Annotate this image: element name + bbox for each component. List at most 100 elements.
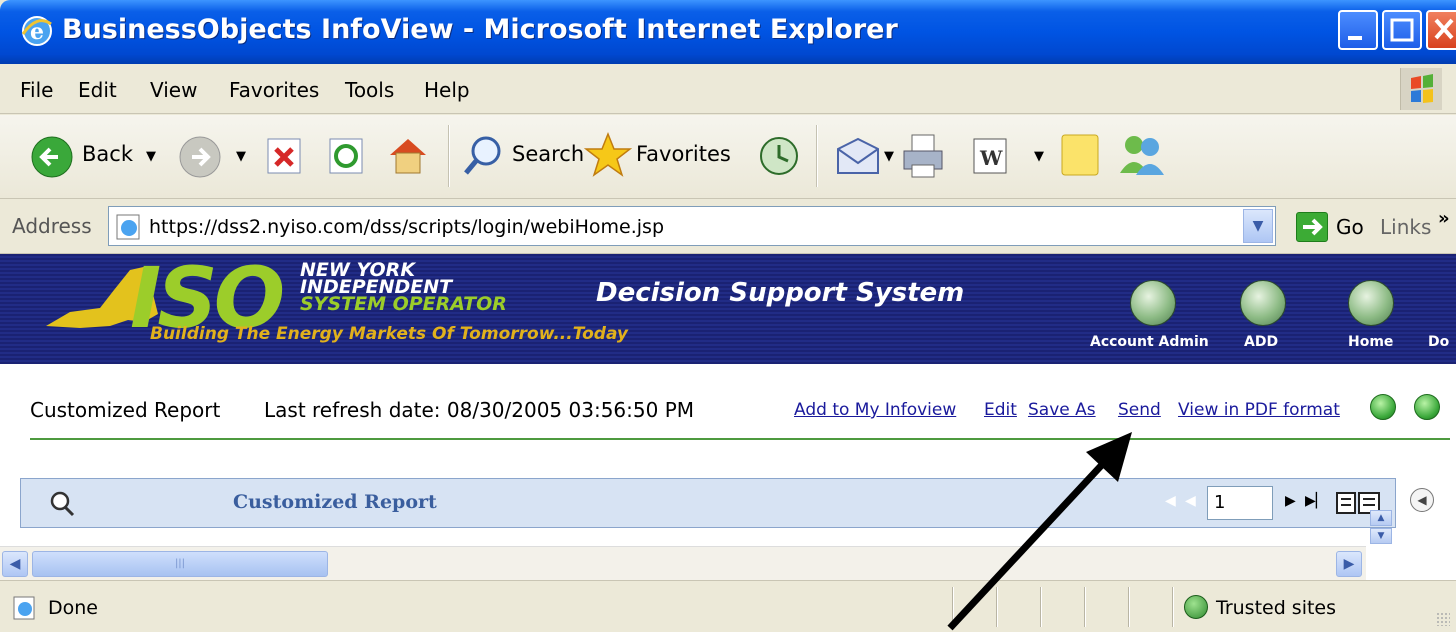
app-title: Decision Support System bbox=[596, 278, 965, 308]
status-divider bbox=[1172, 587, 1174, 627]
back-dropdown-icon[interactable]: ▼ bbox=[146, 149, 156, 164]
note-icon[interactable] bbox=[1060, 133, 1100, 177]
report-header: Customized Report Last refresh date: 08/… bbox=[0, 364, 1456, 444]
address-dropdown-icon[interactable]: ▼ bbox=[1243, 209, 1273, 243]
report-name: Customized Report bbox=[30, 398, 221, 422]
horizontal-scrollbar[interactable]: ◀ ||| ▶ bbox=[0, 546, 1366, 580]
first-page-icon[interactable]: ◀ bbox=[1165, 493, 1176, 509]
menu-help[interactable]: Help bbox=[424, 78, 470, 102]
page-number-input[interactable]: 1 bbox=[1207, 486, 1273, 520]
nyiso-banner: ISO NEW YORK INDEPENDENT SYSTEM OPERATOR… bbox=[0, 254, 1456, 364]
search-icon[interactable] bbox=[462, 133, 504, 177]
nav-account-admin[interactable]: Account Admin bbox=[1090, 334, 1209, 350]
scroll-down-icon[interactable]: ▼ bbox=[1370, 528, 1392, 544]
refresh-date: Last refresh date: 08/30/2005 03:56:50 P… bbox=[264, 398, 695, 422]
address-label: Address bbox=[12, 214, 92, 238]
scroll-thumb[interactable]: ||| bbox=[32, 551, 328, 577]
menu-edit[interactable]: Edit bbox=[78, 78, 117, 102]
minimize-icon bbox=[1348, 36, 1362, 40]
report-toolbar: Customized Report ◀ ◀ 1 ▶ ▶▏ bbox=[20, 478, 1396, 528]
scroll-right-icon[interactable]: ▶ bbox=[1336, 551, 1362, 577]
close-report-icon[interactable] bbox=[1414, 394, 1440, 420]
menu-file[interactable]: File bbox=[20, 78, 53, 102]
menu-bar: File Edit View Favorites Tools Help bbox=[0, 64, 1456, 114]
maximize-icon bbox=[1390, 18, 1414, 42]
edit-link[interactable]: Edit bbox=[984, 400, 1017, 420]
address-bar: Address https://dss2.nyiso.com/dss/scrip… bbox=[0, 200, 1456, 254]
scroll-up-icon[interactable]: ▲ bbox=[1370, 510, 1392, 526]
menu-favorites[interactable]: Favorites bbox=[229, 78, 319, 102]
add-to-infoview-link[interactable]: Add to My Infoview bbox=[794, 400, 956, 420]
refresh-icon[interactable] bbox=[328, 137, 366, 175]
collapse-panel-icon[interactable]: ◀ bbox=[1410, 488, 1434, 512]
send-link[interactable]: Send bbox=[1118, 400, 1161, 420]
scroll-left-icon[interactable]: ◀ bbox=[2, 551, 28, 577]
address-input[interactable]: https://dss2.nyiso.com/dss/scripts/login… bbox=[108, 206, 1276, 246]
standard-toolbar: Back ▼ ▼ Search Favorites ▼ W ▼ bbox=[0, 115, 1456, 199]
resize-grip[interactable] bbox=[1436, 612, 1450, 626]
report-bar-title: Customized Report bbox=[233, 491, 437, 513]
go-arrow-icon[interactable] bbox=[1296, 212, 1328, 242]
close-button[interactable] bbox=[1426, 10, 1456, 50]
nav-add[interactable]: ADD bbox=[1244, 334, 1278, 350]
page-icon bbox=[116, 214, 140, 240]
forward-dropdown-icon[interactable]: ▼ bbox=[236, 149, 246, 164]
mail-icon[interactable] bbox=[834, 137, 880, 177]
maximize-button[interactable] bbox=[1382, 10, 1422, 50]
add-icon[interactable] bbox=[1240, 280, 1286, 326]
save-as-link[interactable]: Save As bbox=[1028, 400, 1096, 420]
stop-icon[interactable] bbox=[266, 137, 304, 175]
close-icon bbox=[1434, 18, 1454, 40]
trusted-sites-icon bbox=[1184, 595, 1208, 619]
home-nav-icon[interactable] bbox=[1348, 280, 1394, 326]
word-edit-icon[interactable]: W bbox=[972, 137, 1008, 175]
status-divider bbox=[996, 587, 998, 627]
menu-tools[interactable]: Tools bbox=[345, 78, 394, 102]
links-button[interactable]: Links bbox=[1380, 215, 1431, 239]
home-icon[interactable] bbox=[386, 133, 430, 177]
history-icon[interactable] bbox=[758, 135, 800, 177]
ie-logo-icon: e bbox=[21, 16, 52, 46]
chevron-right-icon[interactable]: » bbox=[1438, 208, 1450, 229]
back-arrow-icon[interactable] bbox=[30, 135, 74, 179]
forward-arrow-icon[interactable] bbox=[178, 135, 222, 179]
messenger-icon[interactable] bbox=[1116, 133, 1166, 177]
status-divider bbox=[1128, 587, 1130, 627]
address-url[interactable]: https://dss2.nyiso.com/dss/scripts/login… bbox=[149, 216, 664, 238]
favorites-button[interactable]: Favorites bbox=[636, 142, 731, 166]
account-admin-icon[interactable] bbox=[1130, 280, 1176, 326]
search-button[interactable]: Search bbox=[512, 142, 584, 166]
page-done-icon bbox=[13, 596, 35, 620]
status-text: Done bbox=[48, 597, 98, 619]
next-page-icon[interactable]: ▶ bbox=[1285, 493, 1296, 509]
security-zone: Trusted sites bbox=[1216, 597, 1337, 619]
organization-name: NEW YORK INDEPENDENT SYSTEM OPERATOR bbox=[300, 261, 507, 315]
org-line: SYSTEM OPERATOR bbox=[300, 293, 507, 315]
toolbar-separator bbox=[816, 125, 818, 187]
windows-logo-icon bbox=[1400, 68, 1442, 110]
status-divider bbox=[952, 587, 954, 627]
status-divider bbox=[1084, 587, 1086, 627]
previous-page-icon[interactable]: ◀ bbox=[1185, 493, 1196, 509]
minimize-button[interactable] bbox=[1338, 10, 1378, 50]
favorites-star-icon[interactable] bbox=[584, 131, 632, 179]
view-pdf-link[interactable]: View in PDF format bbox=[1178, 400, 1340, 420]
svg-text:W: W bbox=[979, 146, 1003, 170]
tagline: Building The Energy Markets Of Tomorrow.… bbox=[150, 324, 628, 344]
vertical-scrollbar[interactable]: ▲ ▼ bbox=[1370, 510, 1396, 548]
nav-do[interactable]: Do bbox=[1428, 334, 1449, 350]
print-icon[interactable] bbox=[900, 133, 946, 179]
last-page-icon[interactable]: ▶▏ bbox=[1305, 493, 1327, 509]
go-button[interactable]: Go bbox=[1336, 215, 1364, 239]
menu-view[interactable]: View bbox=[150, 78, 197, 102]
page-content: ISO NEW YORK INDEPENDENT SYSTEM OPERATOR… bbox=[0, 254, 1456, 580]
status-divider bbox=[1040, 587, 1042, 627]
mail-dropdown-icon[interactable]: ▼ bbox=[884, 149, 894, 164]
edit-dropdown-icon[interactable]: ▼ bbox=[1034, 149, 1044, 164]
browser-window: e BusinessObjects InfoView - Microsoft I… bbox=[0, 0, 1456, 632]
back-button[interactable]: Back bbox=[82, 142, 133, 166]
nav-home[interactable]: Home bbox=[1348, 334, 1393, 350]
toolbar-separator bbox=[448, 125, 450, 187]
magnifier-icon[interactable] bbox=[47, 489, 77, 519]
refresh-report-icon[interactable] bbox=[1370, 394, 1396, 420]
